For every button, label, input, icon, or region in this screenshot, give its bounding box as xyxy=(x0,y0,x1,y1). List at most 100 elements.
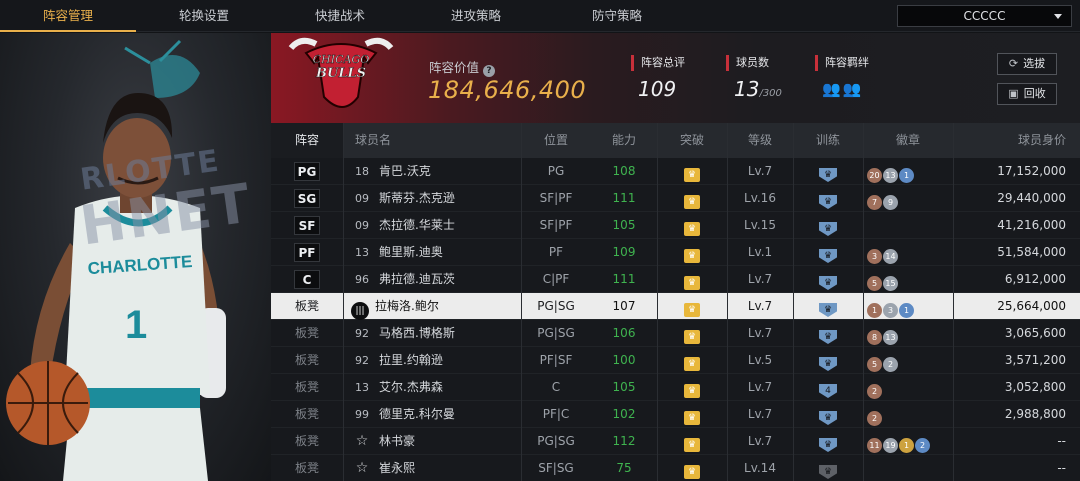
player-level: Lv.1 xyxy=(747,245,773,259)
breakthrough-cell: ♛ xyxy=(657,185,727,212)
badges-cell: 2 xyxy=(863,374,953,401)
training-shield-icon[interactable]: ♛ xyxy=(819,276,837,290)
table-row[interactable]: 板凳 ☆ 林书豪 PG|SG 112 ♛ Lv.7 ♛ 11 19 1 2 -- xyxy=(271,428,1080,455)
lineup-value-label: 阵容价值? xyxy=(429,57,496,77)
table-row[interactable]: SF 09 杰拉德.华莱士 SF|PF 105 ♛ Lv.15 ♛ 41,216,000 xyxy=(271,212,1080,239)
player-level: Lv.7 xyxy=(747,299,773,313)
jersey-number: 96 xyxy=(355,273,369,286)
crown-icon[interactable]: ♛ xyxy=(684,438,700,452)
lineup-value: 184,646,400 xyxy=(428,76,587,104)
player-ability: 102 xyxy=(612,407,636,421)
player-count-label: 球员数 xyxy=(726,55,769,71)
player-name-cell: 99 德里克.科尔曼 xyxy=(351,401,521,428)
crown-icon[interactable]: ♛ xyxy=(684,384,700,398)
crown-icon[interactable]: ♛ xyxy=(684,465,700,479)
player-level: Lv.7 xyxy=(747,272,773,286)
tab-defense-strategy[interactable]: 防守策略 xyxy=(549,0,685,32)
refresh-icon: ⟳ xyxy=(1008,57,1019,70)
badges-cell: 20 13 1 xyxy=(863,158,953,185)
player-ability: 109 xyxy=(612,245,636,259)
recycle-button[interactable]: ▣ 回收 xyxy=(997,83,1057,105)
lineup-position-box: C xyxy=(294,270,320,289)
training-shield-icon[interactable]: ♛ xyxy=(819,195,837,209)
crown-icon[interactable]: ♛ xyxy=(684,357,700,371)
player-name: 马格西.博格斯 xyxy=(379,326,455,340)
crown-icon[interactable]: ♛ xyxy=(684,411,700,425)
player-ability: 105 xyxy=(612,218,636,232)
player-salary: 25,664,000 xyxy=(997,299,1066,313)
player-ability: 111 xyxy=(612,272,636,286)
table-row[interactable]: C 96 弗拉德.迪瓦茨 C|PF 111 ♛ Lv.7 ♛ 5 15 6,912,000 xyxy=(271,266,1080,293)
bond-label: 阵容羁绊 xyxy=(815,55,869,71)
lineup-slot: SG xyxy=(271,185,343,212)
training-shield-icon[interactable]: ♛ xyxy=(819,438,837,452)
star-icon: ☆ xyxy=(355,460,369,476)
badges-cell: 131 xyxy=(863,293,953,320)
table-row[interactable]: 板凳 ☆ 崔永熙 SF|SG 75 ♛ Lv.14 ♛ -- xyxy=(271,455,1080,481)
breakthrough-cell: ♛ xyxy=(657,158,727,185)
player-salary: 3,571,200 xyxy=(1004,353,1066,367)
lineup-slot: C xyxy=(271,266,343,293)
player-figure: CHARLOTTE 1 xyxy=(6,39,226,481)
crown-icon[interactable]: ♛ xyxy=(684,276,700,290)
column-divider xyxy=(657,123,658,481)
player-position: C|PF xyxy=(542,272,570,286)
player-position: SF|PF xyxy=(539,191,573,205)
bond-icons[interactable]: 👥👥 xyxy=(822,80,863,98)
badge-bronze-icon: 2 xyxy=(867,411,882,426)
player-name-cell: ||| 拉梅洛.鲍尔 xyxy=(351,293,521,320)
lineup-slot: 板凳 xyxy=(271,428,343,455)
player-position: PG|SG xyxy=(537,434,575,448)
jersey-number: 92 xyxy=(355,354,369,367)
player-level: Lv.7 xyxy=(747,164,773,178)
column-header-breakthrough: 突破 xyxy=(679,133,704,147)
tab-quick-tactics[interactable]: 快捷战术 xyxy=(272,0,408,32)
overall-value: 109 xyxy=(638,77,677,101)
badge-silver-icon: 13 xyxy=(883,330,898,345)
table-row[interactable]: 板凳 ||| 拉梅洛.鲍尔 PG|SG 107 ♛ Lv.7 ♛ 1 3 1 25,664,000 xyxy=(271,293,1080,320)
badges-cell xyxy=(863,212,953,239)
player-level: Lv.7 xyxy=(747,407,773,421)
crown-icon[interactable]: ♛ xyxy=(684,195,700,209)
bench-label: 板凳 xyxy=(294,380,319,394)
player-ability: 107 xyxy=(612,299,636,313)
training-cell: ♛ xyxy=(793,293,863,320)
table-row[interactable]: 板凳 92 马格西.博格斯 PG|SG 106 ♛ Lv.7 ♛ 8 13 3,065,600 xyxy=(271,320,1080,347)
training-shield-icon[interactable]: ♛ xyxy=(819,249,837,263)
player-name-cell: ☆ 崔永熙 xyxy=(351,455,521,481)
training-cell: ♛ xyxy=(793,185,863,212)
column-header-level: 等级 xyxy=(747,133,772,147)
training-shield-icon[interactable]: ♛ xyxy=(819,330,837,344)
table-row[interactable]: 板凳 99 德里克.科尔曼 PF|C 102 ♛ Lv.7 ♛ 2 2,988,800 xyxy=(271,401,1080,428)
player-ability: 111 xyxy=(612,191,636,205)
column-divider xyxy=(793,123,794,481)
badge-silver-icon: 15 xyxy=(883,276,898,291)
tab-lineup-management[interactable]: 阵容管理 xyxy=(0,0,136,32)
player-ability: 108 xyxy=(612,164,636,178)
lineup-slot: PG xyxy=(271,158,343,185)
badge-bronze-icon: 7 xyxy=(867,195,882,210)
training-shield-icon[interactable]: 4 xyxy=(819,384,837,398)
training-shield-icon[interactable]: ♛ xyxy=(819,303,837,317)
training-cell: ♛ xyxy=(793,455,863,481)
tab-rotation-settings[interactable]: 轮换设置 xyxy=(136,0,272,32)
select-button[interactable]: ⟳ 选拔 xyxy=(997,53,1057,75)
team-select[interactable]: CCCCC xyxy=(897,5,1072,27)
training-shield-icon[interactable]: ♛ xyxy=(819,357,837,371)
table-row[interactable]: PF 13 鲍里斯.迪奥 PF 109 ♛ Lv.1 ♛ 3 14 51,584,000 xyxy=(271,239,1080,266)
badge-bronze-icon: 2 xyxy=(867,384,882,399)
crown-icon[interactable]: ♛ xyxy=(684,249,700,263)
tab-offense-strategy[interactable]: 进攻策略 xyxy=(408,0,544,32)
training-shield-icon[interactable]: ♛ xyxy=(819,411,837,425)
table-row[interactable]: PG 18 肯巴.沃克 PG 108 ♛ Lv.7 ♛ 20 13 1 17,152,000 xyxy=(271,158,1080,185)
crown-icon[interactable]: ♛ xyxy=(684,303,700,317)
table-row[interactable]: 板凳 92 拉里.约翰逊 PF|SF 100 ♛ Lv.5 ♛ 5 2 3,571,200 xyxy=(271,347,1080,374)
training-shield-icon[interactable]: ♛ xyxy=(819,465,837,479)
training-shield-icon[interactable]: ♛ xyxy=(819,222,837,236)
crown-icon[interactable]: ♛ xyxy=(684,168,700,182)
crown-icon[interactable]: ♛ xyxy=(684,222,700,236)
training-shield-icon[interactable]: ♛ xyxy=(819,168,837,182)
table-row[interactable]: 板凳 13 艾尔.杰弗森 C 105 ♛ Lv.7 4 2 3,052,800 xyxy=(271,374,1080,401)
crown-icon[interactable]: ♛ xyxy=(684,330,700,344)
table-row[interactable]: SG 09 斯蒂芬.杰克逊 SF|PF 111 ♛ Lv.16 ♛ 7 9 29,440,000 xyxy=(271,185,1080,212)
